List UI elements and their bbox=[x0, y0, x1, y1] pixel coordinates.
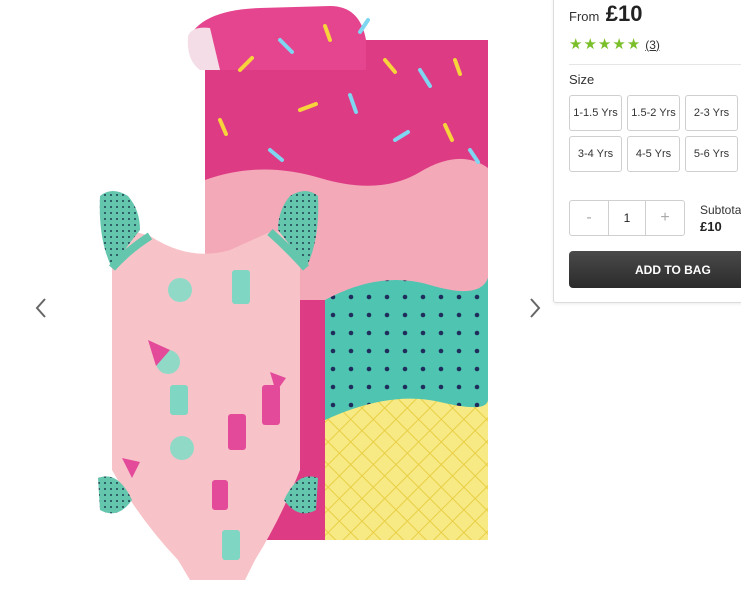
quantity-increase-button[interactable]: + bbox=[646, 201, 684, 235]
divider bbox=[569, 64, 741, 65]
star-icon: ★ bbox=[626, 36, 641, 53]
subtotal-label: Subtotal bbox=[700, 203, 741, 217]
product-image bbox=[98, 6, 489, 580]
size-label: Size bbox=[569, 72, 595, 87]
size-option[interactable]: 1-1.5 Yrs bbox=[569, 95, 622, 131]
chevron-right-icon bbox=[530, 298, 541, 318]
price-row: From £10 bbox=[569, 1, 643, 27]
rating: ★ ★ ★ ★ ★ (3) bbox=[569, 37, 660, 52]
product-page: From £10 ★ ★ ★ ★ ★ (3) Size 1-1.5 Yrs 1.… bbox=[0, 0, 741, 592]
purchase-panel: From £10 ★ ★ ★ ★ ★ (3) Size 1-1.5 Yrs 1.… bbox=[553, 0, 741, 303]
quantity-input[interactable]: 1 bbox=[608, 201, 646, 235]
add-to-bag-button[interactable]: ADD TO BAG bbox=[569, 251, 741, 288]
review-count-link[interactable]: (3) bbox=[645, 38, 660, 52]
star-icon: ★ bbox=[597, 36, 612, 53]
product-gallery bbox=[0, 0, 552, 592]
quantity-decrease-button[interactable]: - bbox=[570, 201, 608, 235]
size-option[interactable]: 4-5 Yrs bbox=[627, 136, 680, 172]
price-prefix: From bbox=[569, 9, 600, 24]
size-options: 1-1.5 Yrs 1.5-2 Yrs 2-3 Yrs 3-4 Yrs 4-5 … bbox=[569, 95, 741, 172]
subtotal: Subtotal £10 bbox=[700, 203, 741, 234]
subtotal-value: £10 bbox=[700, 219, 722, 234]
size-option[interactable]: 1.5-2 Yrs bbox=[627, 95, 680, 131]
previous-image-button[interactable] bbox=[29, 292, 53, 324]
size-option[interactable]: 2-3 Yrs bbox=[685, 95, 738, 131]
star-icon: ★ bbox=[583, 36, 597, 53]
chevron-left-icon bbox=[35, 298, 46, 318]
star-icon: ★ bbox=[569, 36, 583, 53]
next-image-button[interactable] bbox=[523, 292, 547, 324]
size-option[interactable]: 5-6 Yrs bbox=[685, 136, 738, 172]
size-option[interactable]: 3-4 Yrs bbox=[569, 136, 622, 172]
price-value: £10 bbox=[605, 1, 643, 26]
quantity-stepper: - 1 + bbox=[569, 200, 685, 236]
star-icon: ★ bbox=[612, 36, 626, 53]
